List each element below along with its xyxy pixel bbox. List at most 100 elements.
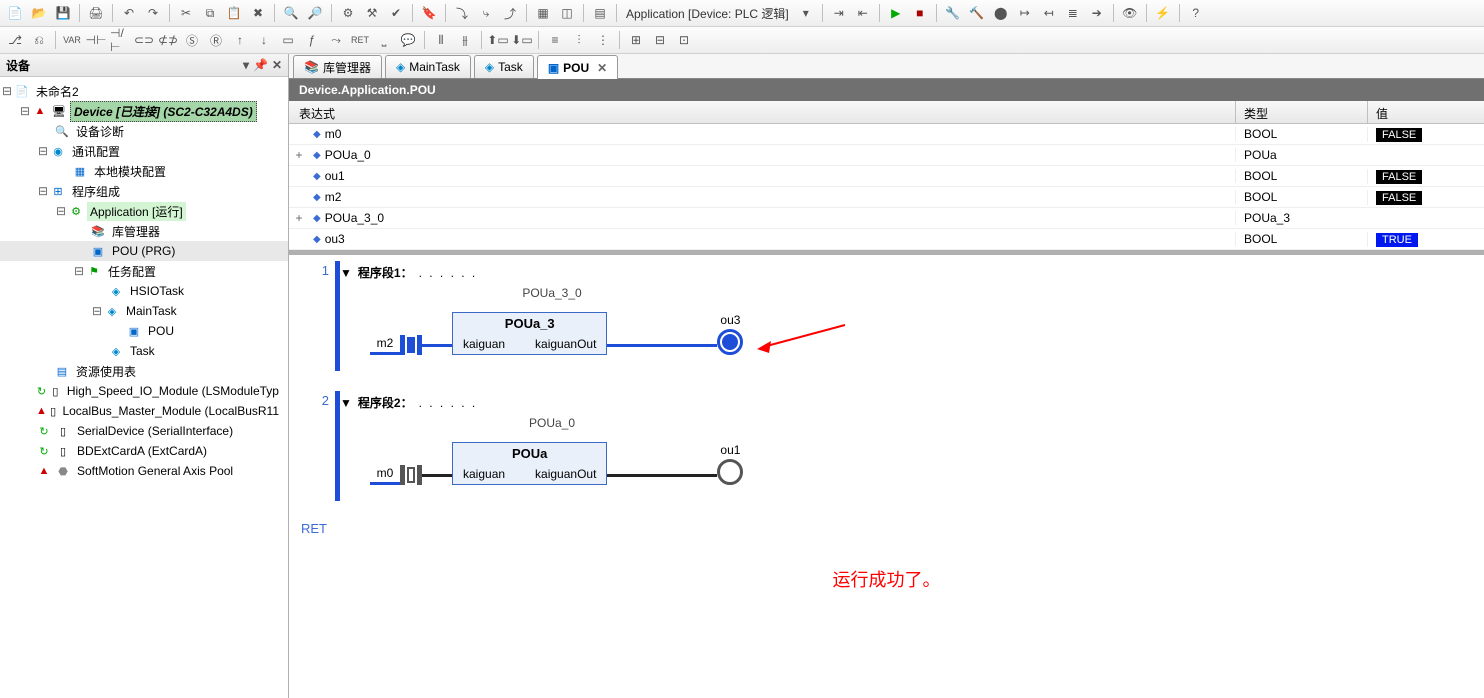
tree-resources[interactable]: 资源使用表 <box>73 362 139 381</box>
ladder-editor[interactable]: 1 ▼ 程序段1： . . . . . . POUa_3_0 m2 <box>289 255 1484 698</box>
step-out-icon[interactable]: ⤴ <box>499 2 521 24</box>
var-row[interactable]: ◆ou3BOOLTRUE <box>289 229 1484 250</box>
bp-next-icon[interactable]: ↦ <box>1014 2 1036 24</box>
step-into-icon[interactable]: ⤷ <box>475 2 497 24</box>
ld-reset-icon[interactable]: Ⓡ <box>205 29 227 51</box>
ld-merge-icon[interactable]: ⎌ <box>28 29 50 51</box>
bp-prev-icon[interactable]: ↤ <box>1038 2 1060 24</box>
rung-2[interactable]: 2 ▼ 程序段2： . . . . . . POUa_0 m0 <box>289 391 1484 501</box>
var-row[interactable]: ◆m2BOOLFALSE <box>289 187 1484 208</box>
ld-fall-icon[interactable]: ↓ <box>253 29 275 51</box>
ld-contact-icon[interactable]: ⊣⊢ <box>85 29 107 51</box>
coil-ou3[interactable] <box>717 329 743 355</box>
pane-pin-icon[interactable]: 📌 <box>253 58 268 72</box>
tool1-icon[interactable]: 🔧 <box>942 2 964 24</box>
ld-comment-icon[interactable]: 💬 <box>397 29 419 51</box>
pane-menu-icon[interactable]: ▾ <box>243 58 249 72</box>
new-icon[interactable]: 📄 <box>4 2 26 24</box>
tree-serial[interactable]: SerialDevice (SerialInterface) <box>74 423 236 439</box>
tree-softmotion[interactable]: SoftMotion General Axis Pool <box>74 463 236 479</box>
tree-localbus[interactable]: LocalBus_Master_Module (LocalBusR11 <box>59 403 282 419</box>
var-row[interactable]: ◆ou1BOOLFALSE <box>289 166 1484 187</box>
copy-icon[interactable]: ⧉ <box>199 2 221 24</box>
ld-par-b-icon[interactable]: ⫵ <box>454 29 476 51</box>
ld-ncontact-icon[interactable]: ⊣/⊢ <box>109 29 131 51</box>
cut-icon[interactable]: ✂ <box>175 2 197 24</box>
tree-app[interactable]: Application [运行] <box>87 202 186 221</box>
cursor-icon[interactable]: ➔ <box>1086 2 1108 24</box>
ld-return-icon[interactable]: RET <box>349 29 371 51</box>
col-val[interactable]: 值 <box>1368 101 1484 123</box>
ld-par-a-icon[interactable]: ⫴ <box>430 29 452 51</box>
delete-icon[interactable]: ✖ <box>247 2 269 24</box>
tab-libmgr[interactable]: 📚库管理器 <box>293 55 382 78</box>
tree-pou[interactable]: POU (PRG) <box>109 243 178 259</box>
login-icon[interactable]: ⇥ <box>828 2 850 24</box>
collapse-icon[interactable]: ▼ <box>340 266 352 280</box>
app-context[interactable]: Application [Device: PLC 逻辑] <box>622 5 793 22</box>
toggle-b-icon[interactable]: ⊟ <box>649 29 671 51</box>
contact-m0[interactable] <box>400 465 422 485</box>
col-expr[interactable]: 表达式 <box>289 101 1236 123</box>
coil-ou1[interactable] <box>717 459 743 485</box>
tree-prog[interactable]: 程序组成 <box>69 182 123 201</box>
var-row[interactable]: ◆m0BOOLFALSE <box>289 124 1484 145</box>
grid-icon[interactable]: ▤ <box>589 2 611 24</box>
check-icon[interactable]: ✔ <box>385 2 407 24</box>
find-next-icon[interactable]: 🔎 <box>304 2 326 24</box>
fb-poua[interactable]: POUa kaiguankaiguanOut <box>452 442 607 485</box>
ld-var-icon[interactable]: VAR <box>61 29 83 51</box>
run-icon[interactable]: ▶ <box>885 2 907 24</box>
paste-icon[interactable]: 📋 <box>223 2 245 24</box>
step-over-icon[interactable]: ⤵ <box>451 2 473 24</box>
logout-icon[interactable]: ⇤ <box>852 2 874 24</box>
tree-localmod[interactable]: 本地模块配置 <box>91 162 169 181</box>
help-icon[interactable]: ? <box>1185 2 1207 24</box>
ld-box-icon[interactable]: ▭ <box>277 29 299 51</box>
var-row[interactable]: +◆POUa_0POUa <box>289 145 1484 166</box>
contact-m2[interactable] <box>400 335 422 355</box>
tab-maintask[interactable]: ◈MainTask <box>385 55 471 78</box>
tree-device[interactable]: Device [已连接] (SC2-C32A4DS) <box>70 101 257 122</box>
tree-bdext[interactable]: BDExtCardA (ExtCardA) <box>74 443 210 459</box>
force-icon[interactable]: ⚡ <box>1152 2 1174 24</box>
device-tree[interactable]: ⊟📄未命名2 ⊟▲🖥Device [已连接] (SC2-C32A4DS) 🔍设备… <box>0 77 288 698</box>
open-icon[interactable]: 📂 <box>28 2 50 24</box>
tree-root[interactable]: 未命名2 <box>33 82 82 101</box>
print-icon[interactable]: 🖨 <box>85 2 107 24</box>
breakpoint-icon[interactable]: ⬤ <box>990 2 1012 24</box>
ld-coil-icon[interactable]: ⊂⊃ <box>133 29 155 51</box>
tree-task[interactable]: Task <box>127 343 158 359</box>
ld-func-icon[interactable]: ƒ <box>301 29 323 51</box>
ld-rise-icon[interactable]: ↑ <box>229 29 251 51</box>
tree-taskpou[interactable]: POU <box>145 323 177 339</box>
rebuild-icon[interactable]: ⚒ <box>361 2 383 24</box>
stop-icon[interactable]: ■ <box>909 2 931 24</box>
ld-net-below-icon[interactable]: ⬇▭ <box>511 29 533 51</box>
tree-maintask[interactable]: MainTask <box>123 303 180 319</box>
ld-ncoil-icon[interactable]: ⊄⊅ <box>157 29 179 51</box>
ld-label-icon[interactable]: ⎵ <box>373 29 395 51</box>
pane-close-icon[interactable]: ✕ <box>272 58 282 72</box>
ld-branch-icon[interactable]: ⎇ <box>4 29 26 51</box>
window-icon[interactable]: ▦ <box>532 2 554 24</box>
toggle-c-icon[interactable]: ⊡ <box>673 29 695 51</box>
tree-hsio-mod[interactable]: High_Speed_IO_Module (LSModuleTyp <box>64 383 282 399</box>
fb-poua3[interactable]: POUa_3 kaiguankaiguanOut <box>452 312 607 355</box>
tree-taskcfg[interactable]: 任务配置 <box>105 262 159 281</box>
redo-icon[interactable]: ↷ <box>142 2 164 24</box>
tab-task[interactable]: ◈Task <box>474 55 534 78</box>
tree-comm[interactable]: 通讯配置 <box>69 142 123 161</box>
split-icon[interactable]: ◫ <box>556 2 578 24</box>
align-c-icon[interactable]: ⫶ <box>568 29 590 51</box>
undo-icon[interactable]: ↶ <box>118 2 140 24</box>
tool2-icon[interactable]: 🔨 <box>966 2 988 24</box>
ld-set-icon[interactable]: Ⓢ <box>181 29 203 51</box>
col-type[interactable]: 类型 <box>1236 101 1368 123</box>
save-icon[interactable]: 💾 <box>52 2 74 24</box>
dropdown-icon[interactable]: ▾ <box>795 2 817 24</box>
close-icon[interactable]: ✕ <box>597 61 607 75</box>
tab-pou[interactable]: ▣POU✕ <box>537 55 618 79</box>
watch-icon[interactable]: 👁 <box>1119 2 1141 24</box>
ld-net-above-icon[interactable]: ⬆▭ <box>487 29 509 51</box>
